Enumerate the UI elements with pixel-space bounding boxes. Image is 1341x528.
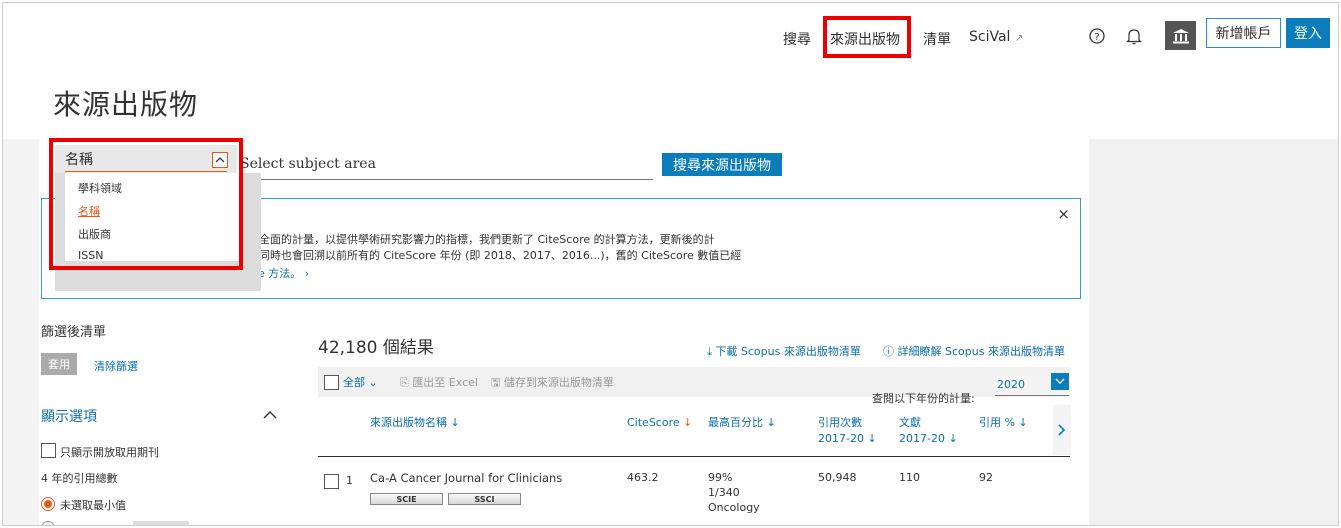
percent-cited-value: 92 bbox=[979, 471, 993, 484]
open-access-label: 只顯示開放取用期刊 bbox=[60, 446, 159, 459]
bell-icon[interactable] bbox=[1125, 27, 1143, 45]
filter-heading: 篩選後清單 bbox=[41, 325, 107, 340]
no-minimum-label: 未選取最小值 bbox=[60, 499, 126, 512]
documents-value: 110 bbox=[899, 471, 920, 484]
select-all-dropdown[interactable]: 全部 ⌄ bbox=[343, 374, 378, 390]
save-icon: 🖫 bbox=[491, 376, 501, 389]
institution-icon[interactable] bbox=[1165, 21, 1196, 50]
download-list-link[interactable]: ⤓ 下載 Scopus 來源出版物清單 bbox=[707, 343, 861, 359]
svg-text:?: ? bbox=[1094, 32, 1099, 43]
subject-area-input[interactable]: Select subject area bbox=[240, 156, 376, 172]
learn-more-label: 詳細瞭解 Scopus 來源出版物清單 bbox=[897, 345, 1065, 358]
save-list-label: 儲存到來源出版物清單 bbox=[503, 376, 614, 389]
external-link-icon: ↗ bbox=[1014, 33, 1024, 44]
save-list-button[interactable]: 🖫 儲存到來源出版物清單 bbox=[491, 374, 614, 393]
no-minimum-radio[interactable] bbox=[41, 497, 55, 511]
export-excel-label: 匯出至 Excel bbox=[412, 376, 478, 389]
clear-filter-link[interactable]: 清除篩選 bbox=[94, 358, 138, 374]
download-icon: ⤓ bbox=[707, 345, 712, 358]
column-header-percent-cited[interactable]: 引用 % ↓ bbox=[979, 415, 1028, 431]
sign-in-button[interactable]: 登入 bbox=[1286, 18, 1330, 48]
citation-count-label: 4 年的引用總數 bbox=[41, 472, 118, 485]
select-all-checkbox[interactable] bbox=[324, 375, 339, 390]
page-title: 來源出版物 bbox=[53, 88, 199, 121]
chevron-up-icon[interactable] bbox=[262, 407, 278, 421]
nav-scival[interactable]: SciVal ↗ bbox=[969, 29, 1023, 45]
nav-lists[interactable]: 清單 bbox=[923, 29, 951, 49]
page-frame: 搜尋 來源出版物 清單 SciVal ↗ ? 新增帳戶 登入 來源出版物 Sel… bbox=[2, 2, 1339, 526]
select-all-label: 全部 bbox=[343, 376, 365, 389]
row-index: 1 bbox=[346, 474, 353, 487]
category-value: Oncology bbox=[708, 501, 760, 514]
column-header-name[interactable]: 來源出版物名稱 ↓ bbox=[370, 415, 460, 431]
results-count: 42,180 個結果 bbox=[318, 338, 434, 358]
create-account-button[interactable]: 新增帳戶 bbox=[1206, 18, 1281, 48]
percentile-value: 99% bbox=[708, 471, 733, 484]
year-value: 2020 bbox=[997, 378, 1025, 391]
highlight-box-nav bbox=[823, 16, 911, 58]
column-header-percentile[interactable]: 最高百分比 ↓ bbox=[708, 415, 776, 431]
chevron-right-icon[interactable] bbox=[1053, 405, 1071, 455]
sort-arrow-icon: ↓ bbox=[679, 416, 693, 429]
highlight-box-dropdown bbox=[49, 138, 243, 270]
citations-value: 50,948 bbox=[818, 471, 857, 484]
close-icon[interactable]: × bbox=[1057, 205, 1070, 223]
search-underline bbox=[241, 179, 653, 180]
apply-filter-button[interactable]: 套用 bbox=[41, 353, 77, 375]
chevron-right-icon: › bbox=[304, 267, 310, 280]
source-title-link[interactable]: Ca-A Cancer Journal for Clinicians bbox=[370, 470, 562, 486]
download-list-label: 下載 Scopus 來源出版物清單 bbox=[715, 345, 861, 358]
right-panel bbox=[1090, 139, 1338, 525]
radio-dot bbox=[44, 500, 52, 508]
column-header-citescore[interactable]: CiteScore ↓ bbox=[627, 415, 692, 431]
badge-scie: SCIE bbox=[370, 493, 443, 505]
learn-more-link[interactable]: ⓘ 詳細瞭解 Scopus 來源出版物清單 bbox=[883, 343, 1065, 359]
notice-line-1: 全面的計量，以提供學術研究影響力的指標，我們更新了 CiteScore 的計算方… bbox=[259, 233, 715, 246]
scival-label: SciVal bbox=[969, 29, 1011, 45]
column-header-documents[interactable]: 文獻 2017-20 ↓ bbox=[899, 415, 958, 447]
rank-value: 1/340 bbox=[708, 486, 740, 499]
citescore-header-label: CiteScore bbox=[627, 416, 680, 429]
year-metrics-label: 查閱以下年份的計量: bbox=[872, 392, 975, 405]
export-icon: ⎘ bbox=[400, 376, 409, 389]
search-sources-button[interactable]: 搜尋來源出版物 bbox=[662, 153, 782, 176]
chevron-down-icon: ⌄ bbox=[368, 376, 378, 389]
open-access-checkbox[interactable] bbox=[41, 443, 56, 458]
nav-search[interactable]: 搜尋 bbox=[783, 29, 811, 49]
column-header-citations[interactable]: 引用次數 2017-20 ↓ bbox=[818, 415, 877, 447]
citescore-value: 463.2 bbox=[627, 471, 659, 484]
chevron-down-icon[interactable] bbox=[1051, 373, 1069, 390]
display-options-heading[interactable]: 顯示選項 bbox=[41, 406, 97, 426]
notice-line-2: 同時也會回溯以前所有的 CiteScore 年份 (即 2018、2017、20… bbox=[259, 249, 742, 262]
help-icon[interactable]: ? bbox=[1088, 27, 1106, 45]
export-excel-button[interactable]: ⎘ 匯出至 Excel bbox=[400, 374, 478, 390]
minimum-input[interactable] bbox=[133, 521, 189, 525]
row-checkbox[interactable] bbox=[324, 474, 339, 489]
header-divider bbox=[318, 456, 1070, 457]
info-icon: ⓘ bbox=[883, 345, 894, 358]
badge-ssci: SSCI bbox=[448, 493, 521, 505]
